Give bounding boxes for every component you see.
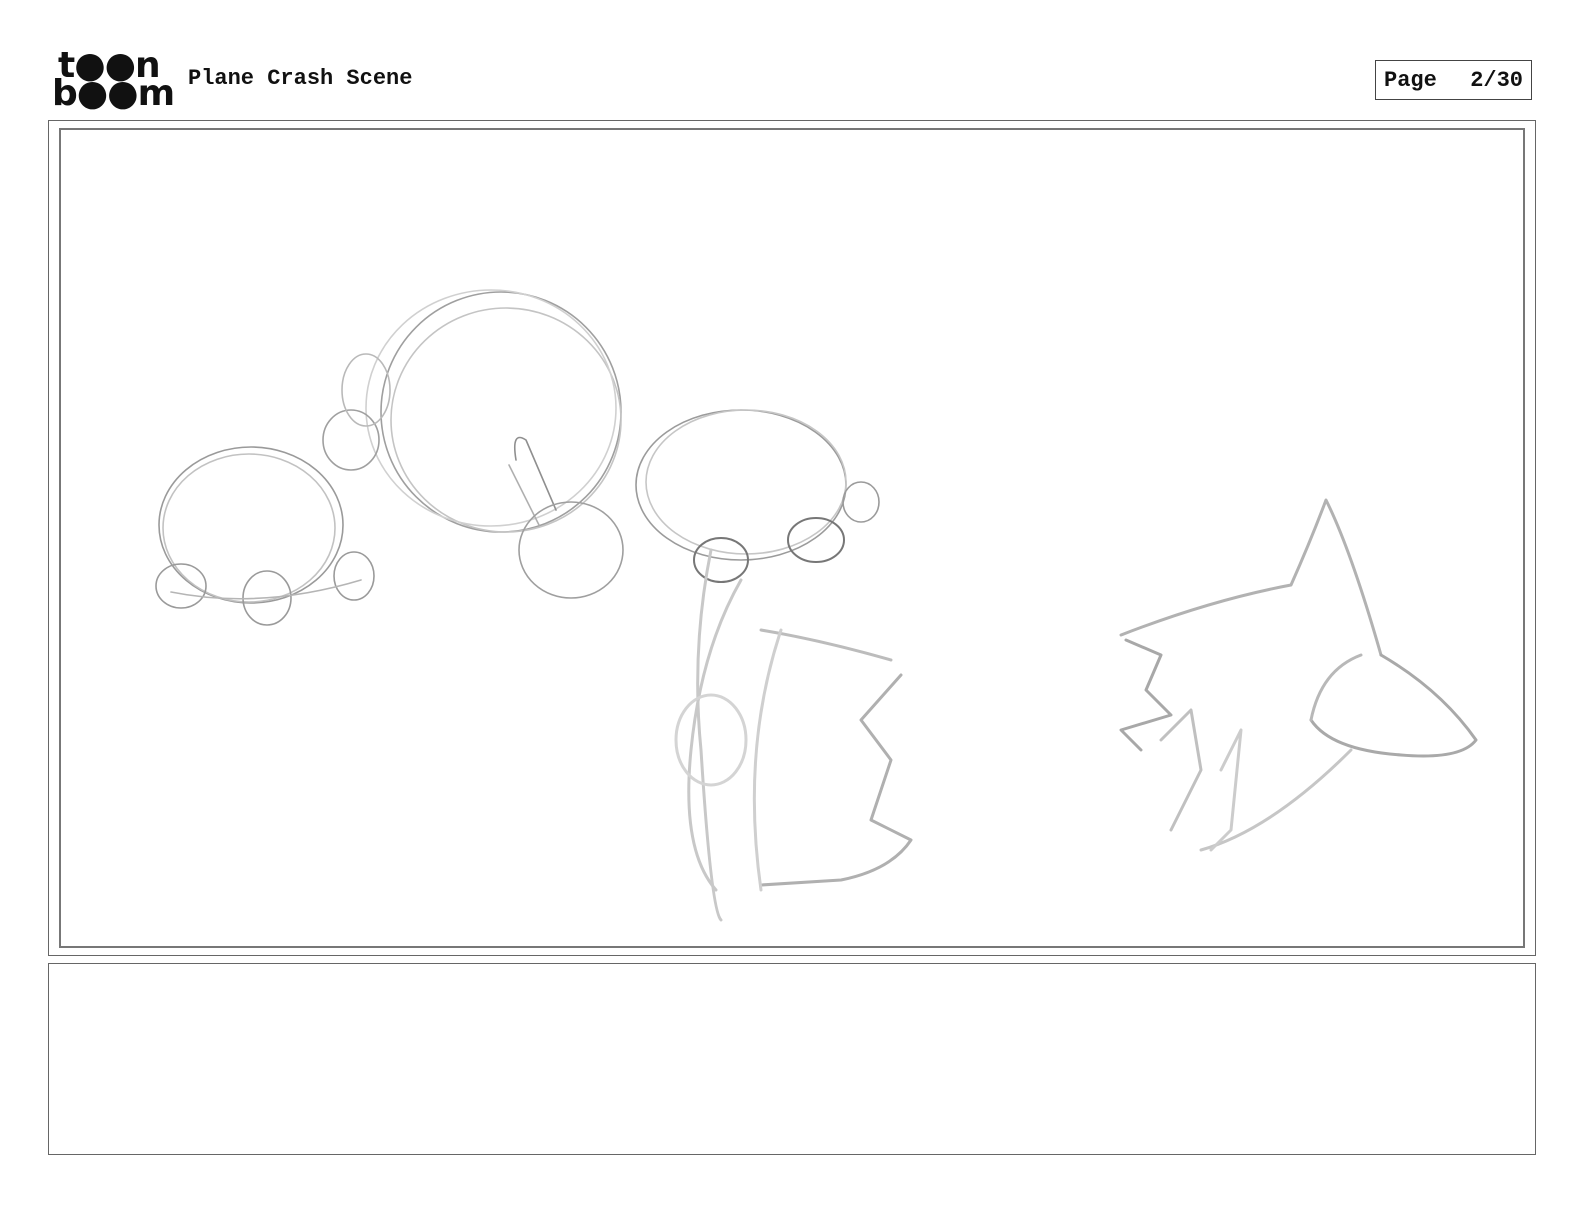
- logo-line-bottom: b●●m: [52, 73, 175, 114]
- storyboard-panel-frame: [48, 120, 1536, 956]
- sketch-right-figure: [635, 409, 880, 583]
- sketch-wreckage-left: [674, 548, 913, 922]
- page-indicator: Page 2/30: [1375, 60, 1532, 100]
- storyboard-panel: [59, 128, 1525, 948]
- panel-caption-box: [48, 963, 1536, 1155]
- toon-boom-logo: t●●n b●●m: [52, 48, 175, 112]
- sketch-center-figure: [322, 289, 624, 599]
- page-number: 2/30: [1470, 67, 1523, 93]
- sketch-left-figure: [155, 446, 375, 626]
- panel-sketch: [155, 289, 1478, 922]
- sketch-wreckage-right: [1119, 498, 1478, 852]
- document-title: Plane Crash Scene: [188, 66, 413, 91]
- page-label: Page: [1384, 67, 1437, 93]
